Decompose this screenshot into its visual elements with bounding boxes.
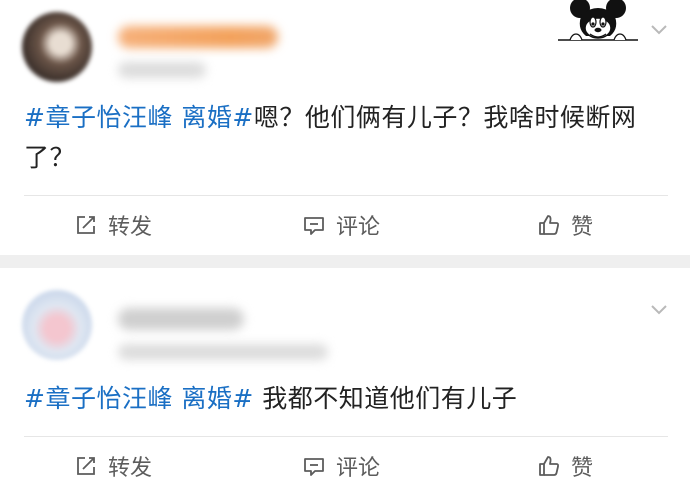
like-label: 赞: [571, 456, 594, 481]
post-text: 嗯？他们俩有儿子？我啥时候断网: [253, 103, 637, 132]
avatar[interactable]: [22, 12, 92, 82]
comment-label: 评论: [336, 215, 381, 240]
divider: [24, 195, 668, 196]
post-meta-blurred: [118, 344, 328, 360]
post-separator: [0, 255, 690, 268]
post-actions: 转发 评论 赞: [0, 205, 690, 245]
weibo-post: #章子怡汪峰 离婚# 我都不知道他们有儿子 转发 评论 赞: [0, 268, 690, 497]
avatar[interactable]: [22, 290, 92, 360]
mickey-mouse-icon: [558, 0, 638, 41]
repost-button[interactable]: 转发: [74, 205, 152, 245]
repost-button[interactable]: 转发: [74, 446, 152, 486]
username-blurred[interactable]: [118, 308, 244, 330]
divider: [24, 436, 668, 437]
edit-share-icon: [77, 216, 95, 234]
repost-label: 转发: [108, 456, 153, 481]
weibo-post: #章子怡汪峰 离婚#嗯？他们俩有儿子？我啥时候断网 了？ 转发 评论 赞: [0, 0, 690, 255]
username-blurred[interactable]: [118, 26, 278, 48]
like-button[interactable]: 赞: [537, 205, 593, 245]
chevron-down-icon[interactable]: [650, 20, 668, 38]
post-text-line2: 了？: [24, 143, 76, 172]
comment-label: 评论: [336, 456, 381, 481]
post-content: #章子怡汪峰 离婚#嗯？他们俩有儿子？我啥时候断网 了？: [24, 98, 674, 178]
chevron-down-icon[interactable]: [650, 300, 668, 318]
thumbs-up-icon: [539, 456, 559, 476]
comment-button[interactable]: 评论: [302, 446, 380, 486]
comment-bubble-icon: [304, 217, 324, 235]
post-text: 我都不知道他们有儿子: [253, 384, 518, 413]
hashtag-link[interactable]: #章子怡汪峰 离婚#: [24, 384, 254, 413]
comment-button[interactable]: 评论: [302, 205, 380, 245]
like-button[interactable]: 赞: [537, 446, 593, 486]
post-content: #章子怡汪峰 离婚# 我都不知道他们有儿子: [24, 379, 674, 419]
thumbs-up-icon: [539, 215, 559, 235]
hashtag-link[interactable]: #章子怡汪峰 离婚#: [24, 103, 254, 132]
like-label: 赞: [571, 215, 594, 240]
post-meta-blurred: [118, 62, 206, 78]
repost-label: 转发: [108, 215, 153, 240]
post-actions: 转发 评论 赞: [0, 446, 690, 486]
comment-bubble-icon: [304, 458, 324, 476]
edit-share-icon: [77, 457, 95, 475]
